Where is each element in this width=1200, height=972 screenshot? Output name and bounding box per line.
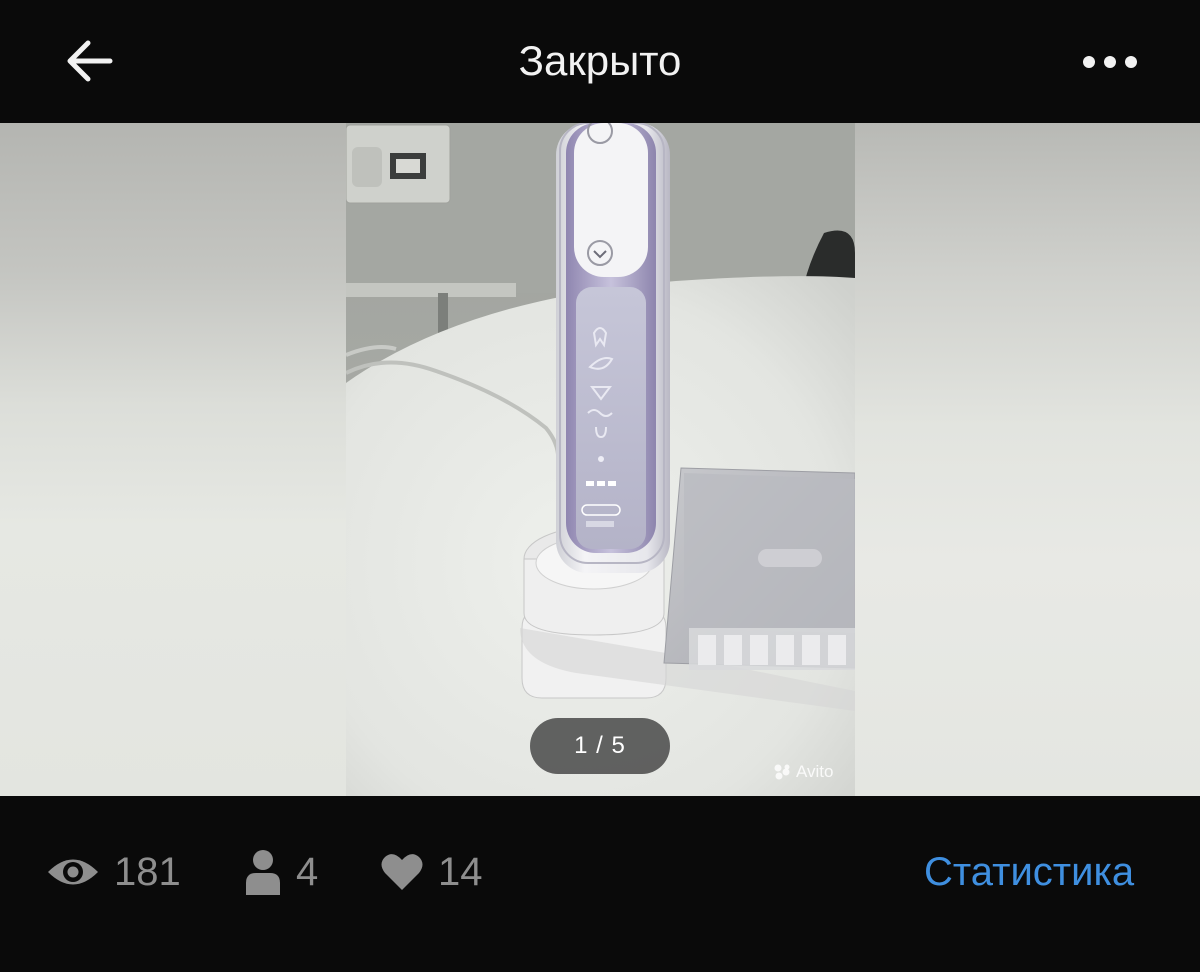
statistics-link[interactable]: Статистика (924, 848, 1134, 896)
stats-bar: 181 4 14 Статистика (0, 796, 1200, 972)
favorites-count: 14 (438, 850, 483, 894)
person-icon (246, 850, 280, 895)
more-options-button[interactable] (1078, 44, 1142, 80)
listing-photo[interactable] (346, 123, 855, 796)
top-bar: Закрыто (0, 0, 1200, 123)
eye-icon (48, 859, 98, 885)
favorites-stat: 14 (380, 848, 483, 896)
photo-counter: 1 / 5 (530, 718, 670, 774)
watermark-label: Avito (796, 762, 834, 781)
gallery-blur-right (855, 123, 1200, 796)
page-title: Закрыто (518, 37, 682, 84)
heart-icon (381, 854, 423, 890)
contacts-count: 4 (296, 850, 319, 894)
views-stat: 181 (46, 848, 181, 896)
more-dots-icon (1083, 56, 1137, 68)
contacts-stat: 4 (244, 848, 318, 896)
photo-gallery[interactable]: Avito 1 / 5 (0, 123, 1200, 796)
views-count: 181 (114, 850, 181, 894)
gallery-blur-left (0, 123, 346, 796)
